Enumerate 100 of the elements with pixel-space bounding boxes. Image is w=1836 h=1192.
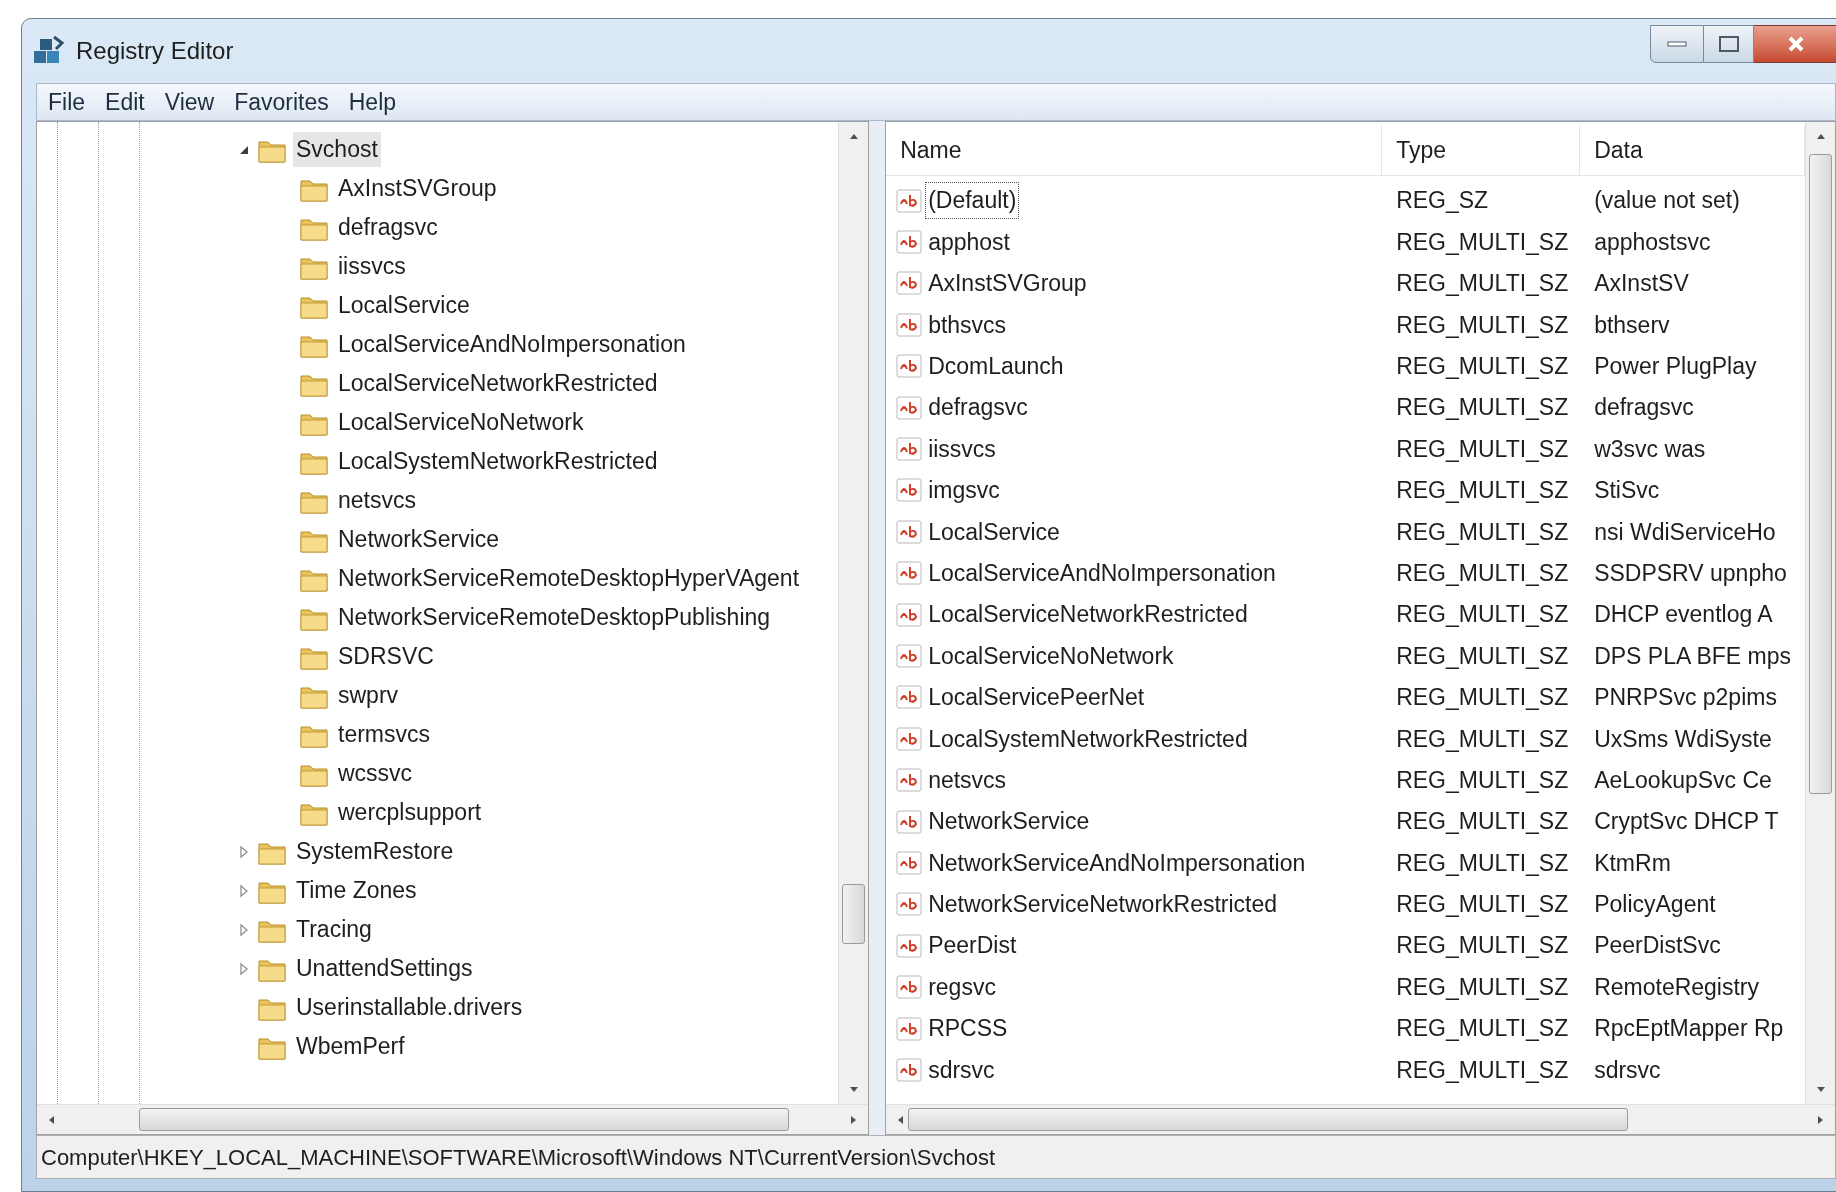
horizontal-scrollbar[interactable] [37, 1104, 869, 1134]
string-value-icon [896, 975, 923, 1000]
string-value-icon [896, 561, 923, 586]
string-value-icon [896, 395, 923, 420]
value-name[interactable]: (Default) [926, 183, 1019, 218]
value-data: RpcEptMapper Rp [1593, 1014, 1785, 1044]
value-name[interactable]: sdrsvc [926, 1052, 997, 1088]
value-data: AeLookupSvc Ce [1593, 765, 1773, 795]
string-value-icon [896, 478, 923, 503]
value-name[interactable]: bthsvcs [926, 307, 1009, 343]
column-header[interactable]: Name [886, 126, 1383, 175]
value-data: apphostsvc [1593, 227, 1712, 257]
value-name[interactable]: LocalServiceAndNoImpersonation [926, 555, 1278, 591]
menu-item[interactable]: Edit [98, 84, 152, 120]
value-data: CryptSvc DHCP T [1593, 807, 1780, 837]
tree-item[interactable]: Time Zones [293, 873, 420, 908]
tree-item[interactable]: netsvcs [335, 483, 419, 518]
tree-item[interactable]: WbemPerf [293, 1029, 408, 1064]
column-header[interactable]: Type [1382, 126, 1581, 175]
maximize-button[interactable] [1704, 25, 1754, 63]
value-type: REG_MULTI_SZ [1395, 227, 1570, 257]
value-data: SSDPSRV upnpho [1593, 558, 1788, 588]
value-name[interactable]: defragsvc [926, 390, 1030, 425]
tree-item[interactable]: NetworkServiceRemoteDesktopHyperVAgent [335, 561, 803, 596]
tree-item[interactable]: SystemRestore [293, 834, 457, 869]
value-type: REG_MULTI_SZ [1395, 310, 1570, 340]
value-type: REG_MULTI_SZ [1395, 393, 1570, 423]
value-name[interactable]: LocalServiceNetworkRestricted [926, 597, 1250, 632]
value-name[interactable]: LocalService [926, 514, 1062, 550]
value-type: REG_MULTI_SZ [1395, 600, 1570, 630]
tree-item[interactable]: iissvcs [335, 249, 409, 284]
value-name[interactable]: imgsvc [926, 473, 1002, 508]
tree-item[interactable]: wercplsupport [335, 795, 485, 830]
tree-item[interactable]: NetworkServiceRemoteDesktopPublishing [335, 600, 774, 635]
value-data: sdrsvc [1593, 1055, 1662, 1085]
tree-item[interactable]: swprv [335, 678, 402, 713]
tree-item[interactable]: Svchost [293, 132, 381, 167]
value-name[interactable]: iissvcs [926, 431, 998, 467]
scrollbar-thumb[interactable] [908, 1108, 1629, 1131]
menu-item[interactable]: Favorites [227, 84, 336, 120]
status-bar-path: Computer\HKEY_LOCAL_MACHINE\SOFTWARE\Microsoft\Windows NT\CurrentVersion\Svchost [41, 1143, 995, 1172]
tree-item[interactable]: wcssvc [335, 756, 416, 791]
value-name[interactable]: NetworkService [926, 804, 1092, 839]
close-button[interactable] [1754, 25, 1836, 63]
tree-item[interactable]: LocalServiceAndNoImpersonation [335, 327, 689, 362]
value-data: DPS PLA BFE mps [1593, 641, 1792, 671]
value-name[interactable]: AxInstSVGroup [926, 266, 1089, 301]
value-name[interactable]: apphost [926, 224, 1012, 260]
vertical-scrollbar[interactable] [1805, 122, 1835, 1104]
window-title: Registry Editor [76, 36, 234, 66]
scrollbar-thumb[interactable] [139, 1108, 789, 1131]
value-data: PNRPSvc p2pims [1593, 683, 1778, 713]
string-value-icon [896, 602, 923, 627]
tree-item[interactable]: AxInstSVGroup [335, 171, 500, 206]
string-value-icon [896, 933, 923, 958]
value-type: REG_MULTI_SZ [1395, 931, 1570, 961]
string-value-icon [896, 850, 923, 875]
tree-item[interactable]: LocalServiceNoNetwork [335, 405, 587, 440]
minimize-button[interactable] [1650, 25, 1704, 63]
tree-item[interactable]: SDRSVC [335, 639, 437, 674]
tree-item[interactable]: LocalService [335, 288, 473, 323]
vertical-scrollbar[interactable] [838, 122, 869, 1104]
value-name[interactable]: RPCSS [926, 1011, 1010, 1046]
menu-item[interactable]: File [41, 84, 93, 120]
value-name[interactable]: LocalSystemNetworkRestricted [926, 721, 1250, 756]
value-type: REG_MULTI_SZ [1395, 269, 1570, 299]
value-type: REG_MULTI_SZ [1395, 352, 1570, 381]
value-name[interactable]: NetworkServiceNetworkRestricted [926, 887, 1280, 922]
tree-item[interactable]: LocalServiceNetworkRestricted [335, 366, 661, 401]
tree-item[interactable]: Tracing [293, 912, 375, 947]
value-name[interactable]: DcomLaunch [926, 349, 1066, 384]
value-type: REG_MULTI_SZ [1395, 848, 1570, 878]
menu-item[interactable]: Help [341, 84, 404, 120]
value-name[interactable]: regsvc [926, 969, 998, 1005]
value-type: REG_MULTI_SZ [1395, 641, 1570, 671]
value-data: Power PlugPlay [1593, 352, 1758, 381]
value-name[interactable]: LocalServicePeerNet [926, 680, 1147, 715]
menu-item[interactable]: View [157, 84, 222, 120]
value-data: defragsvc [1593, 393, 1695, 423]
value-data: w3svc was [1593, 434, 1707, 464]
value-type: REG_MULTI_SZ [1395, 1014, 1570, 1044]
value-type: REG_MULTI_SZ [1395, 972, 1570, 1002]
tree-item[interactable]: Userinstallable.drivers [293, 990, 526, 1025]
tree-item[interactable]: UnattendSettings [293, 951, 476, 986]
value-name[interactable]: NetworkServiceAndNoImpersonation [926, 845, 1308, 881]
value-name[interactable]: netsvcs [926, 762, 1009, 798]
scrollbar-thumb[interactable] [842, 884, 866, 944]
string-value-icon [896, 519, 923, 544]
value-name[interactable]: PeerDist [926, 928, 1019, 963]
value-type: REG_MULTI_SZ [1395, 476, 1570, 506]
tree-item[interactable]: LocalSystemNetworkRestricted [335, 444, 661, 479]
horizontal-scrollbar[interactable] [886, 1104, 1835, 1134]
tree-item[interactable]: NetworkService [335, 522, 503, 557]
scrollbar-thumb[interactable] [1809, 154, 1832, 794]
tree-item[interactable]: termsvcs [335, 717, 433, 752]
close-icon [1786, 36, 1805, 52]
value-name[interactable]: LocalServiceNoNetwork [926, 638, 1176, 674]
value-type: REG_MULTI_SZ [1395, 1055, 1570, 1085]
maximize-icon [1718, 36, 1739, 52]
tree-item[interactable]: defragsvc [335, 210, 441, 245]
